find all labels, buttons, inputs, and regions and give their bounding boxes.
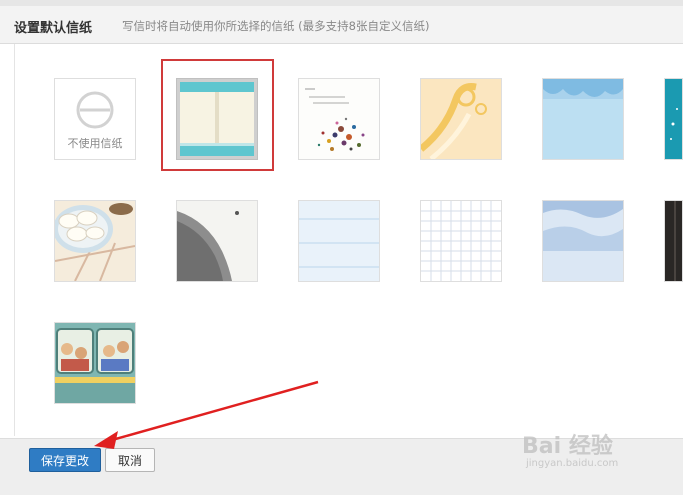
stationery-dumplings[interactable] [54,200,136,282]
stationery-paint-splash[interactable] [298,78,380,160]
stationery-blue-clouds[interactable] [542,78,624,160]
teal-book-paper-image [177,79,257,159]
dumplings-paper-image [55,201,135,281]
stationery-fur[interactable] [176,200,258,282]
grid-paper-image [421,201,501,281]
stationery-settings-panel: 设置默认信纸 写信时将自动使用你所选择的信纸 (最多支持8张自定义信纸) 不使用… [0,0,683,495]
no-stationery-label: 不使用信纸 [67,137,123,150]
teal-stars-paper-image [665,79,682,159]
tram-paper-image [55,323,135,403]
cancel-button[interactable]: 取消 [105,448,155,472]
blue-lines-paper-image [299,201,379,281]
fur-paper-image [177,201,257,281]
stationery-blue-lines[interactable] [298,200,380,282]
stationery-yellow-swirl[interactable] [420,78,502,160]
yellow-swirl-paper-image [421,79,501,159]
panel-footer [0,438,683,495]
dark-paper-image [665,201,682,281]
blue-hills-paper-image [543,201,623,281]
blue-clouds-paper-image [543,79,623,159]
panel-hint: 写信时将自动使用你所选择的信纸 (最多支持8张自定义信纸) [122,19,430,33]
stationery-teal-stars[interactable] [664,78,683,160]
panel-header: 设置默认信纸 写信时将自动使用你所选择的信纸 (最多支持8张自定义信纸) [0,0,683,44]
stationery-blue-hills[interactable] [542,200,624,282]
paint-splash-paper-image [299,79,379,159]
stationery-dark[interactable] [664,200,683,282]
save-button[interactable]: 保存更改 [29,448,101,472]
stationery-none[interactable]: 不使用信纸 [54,78,136,160]
stationery-teal-book[interactable] [176,78,258,160]
stationery-grid-paper[interactable] [420,200,502,282]
panel-title: 设置默认信纸 [14,21,93,36]
stationery-tram[interactable] [54,322,136,404]
